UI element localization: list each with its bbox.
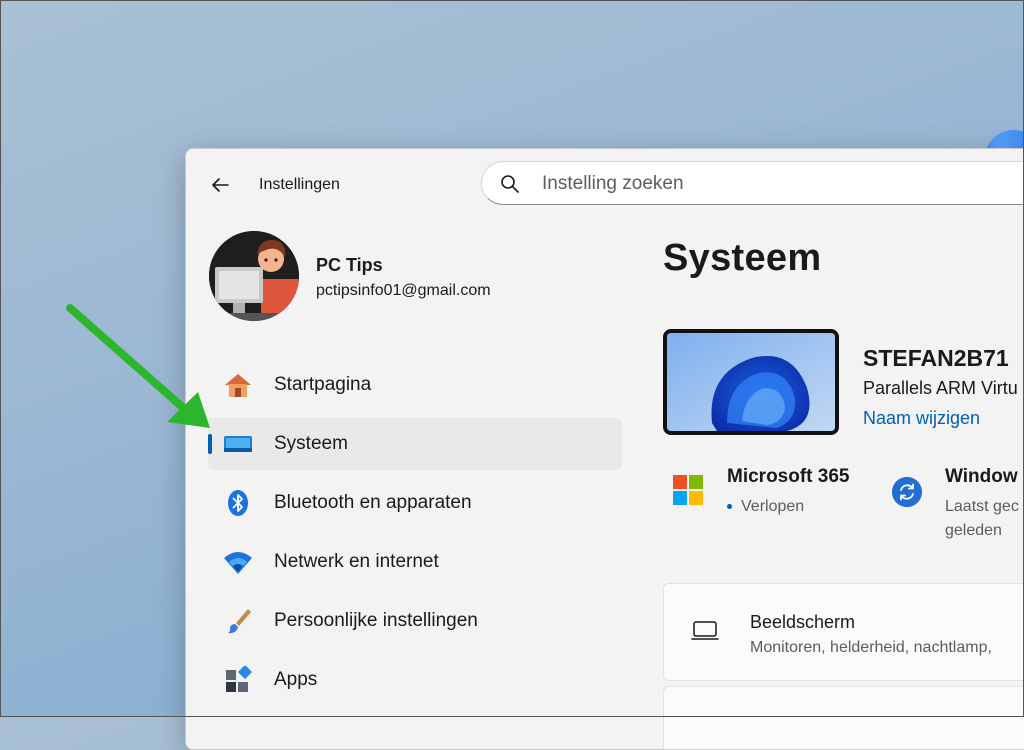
sidebar-item-startpagina[interactable]: Startpagina bbox=[208, 359, 622, 411]
bluetooth-icon bbox=[228, 490, 248, 516]
sidebar-item-label: Apps bbox=[274, 669, 318, 690]
settings-window: Instellingen PC Tips pctipsinfo01@gmail.… bbox=[185, 148, 1024, 750]
device-thumbnail bbox=[663, 329, 839, 435]
sidebar-nav: Startpagina Systeem Bluetooth en apparat… bbox=[208, 359, 622, 713]
microsoft-logo-icon bbox=[673, 475, 703, 505]
sidebar-item-label: Bluetooth en apparaten bbox=[274, 492, 472, 513]
search-input[interactable] bbox=[540, 162, 1024, 206]
home-icon bbox=[225, 374, 251, 397]
search-icon bbox=[501, 175, 519, 193]
device-model: Parallels ARM Virtu bbox=[863, 378, 1018, 398]
sidebar-item-bluetooth[interactable]: Bluetooth en apparaten bbox=[208, 477, 622, 529]
sidebar-item-systeem[interactable]: Systeem bbox=[208, 418, 622, 470]
sidebar-item-label: Systeem bbox=[274, 433, 348, 454]
sidebar-item-persoonlijke-instellingen[interactable]: Persoonlijke instellingen bbox=[208, 595, 622, 647]
wifi-icon bbox=[224, 552, 252, 574]
device-name: STEFAN2B71 bbox=[863, 345, 1009, 371]
windows-update-icon bbox=[892, 477, 922, 507]
display-icon bbox=[224, 436, 252, 452]
avatar-illustration bbox=[209, 231, 299, 321]
sidebar-item-apps[interactable]: Apps bbox=[208, 654, 622, 706]
page-title: Systeem bbox=[663, 237, 822, 279]
windows-update-status-line2: geleden bbox=[945, 522, 1002, 539]
paintbrush-icon bbox=[228, 609, 251, 634]
card-subtitle: Monitoren, helderheid, nachtlamp, bbox=[750, 639, 992, 656]
search-box[interactable] bbox=[481, 161, 1024, 206]
apps-icon bbox=[226, 666, 253, 692]
settings-card-next[interactable] bbox=[663, 686, 1024, 749]
app-title: Instellingen bbox=[259, 176, 340, 193]
active-indicator bbox=[208, 434, 212, 454]
windows-update-title[interactable]: Window bbox=[945, 466, 1018, 488]
rename-link[interactable]: Naam wijzigen bbox=[863, 408, 980, 429]
sidebar-item-netwerk[interactable]: Netwerk en internet bbox=[208, 536, 622, 588]
windows-bloom-wallpaper bbox=[667, 333, 835, 431]
microsoft365-status-text: Verlopen bbox=[741, 498, 805, 515]
microsoft365-status: Verlopen bbox=[727, 498, 804, 516]
profile-name: PC Tips bbox=[316, 255, 383, 275]
settings-card-beeldscherm[interactable]: Beeldscherm Monitoren, helderheid, nacht… bbox=[663, 583, 1024, 681]
sidebar-item-label: Persoonlijke instellingen bbox=[274, 610, 478, 631]
back-arrow-icon[interactable] bbox=[208, 173, 232, 197]
sidebar-item-label: Netwerk en internet bbox=[274, 551, 439, 572]
monitor-icon bbox=[691, 621, 719, 640]
windows-update-status-line1: Laatst gec bbox=[945, 498, 1019, 515]
microsoft365-title[interactable]: Microsoft 365 bbox=[727, 466, 849, 488]
avatar[interactable] bbox=[209, 231, 299, 321]
sidebar-item-label: Startpagina bbox=[274, 374, 372, 395]
status-dot bbox=[727, 504, 732, 510]
card-title: Beeldscherm bbox=[750, 612, 856, 632]
profile-email: pctipsinfo01@gmail.com bbox=[316, 282, 491, 299]
